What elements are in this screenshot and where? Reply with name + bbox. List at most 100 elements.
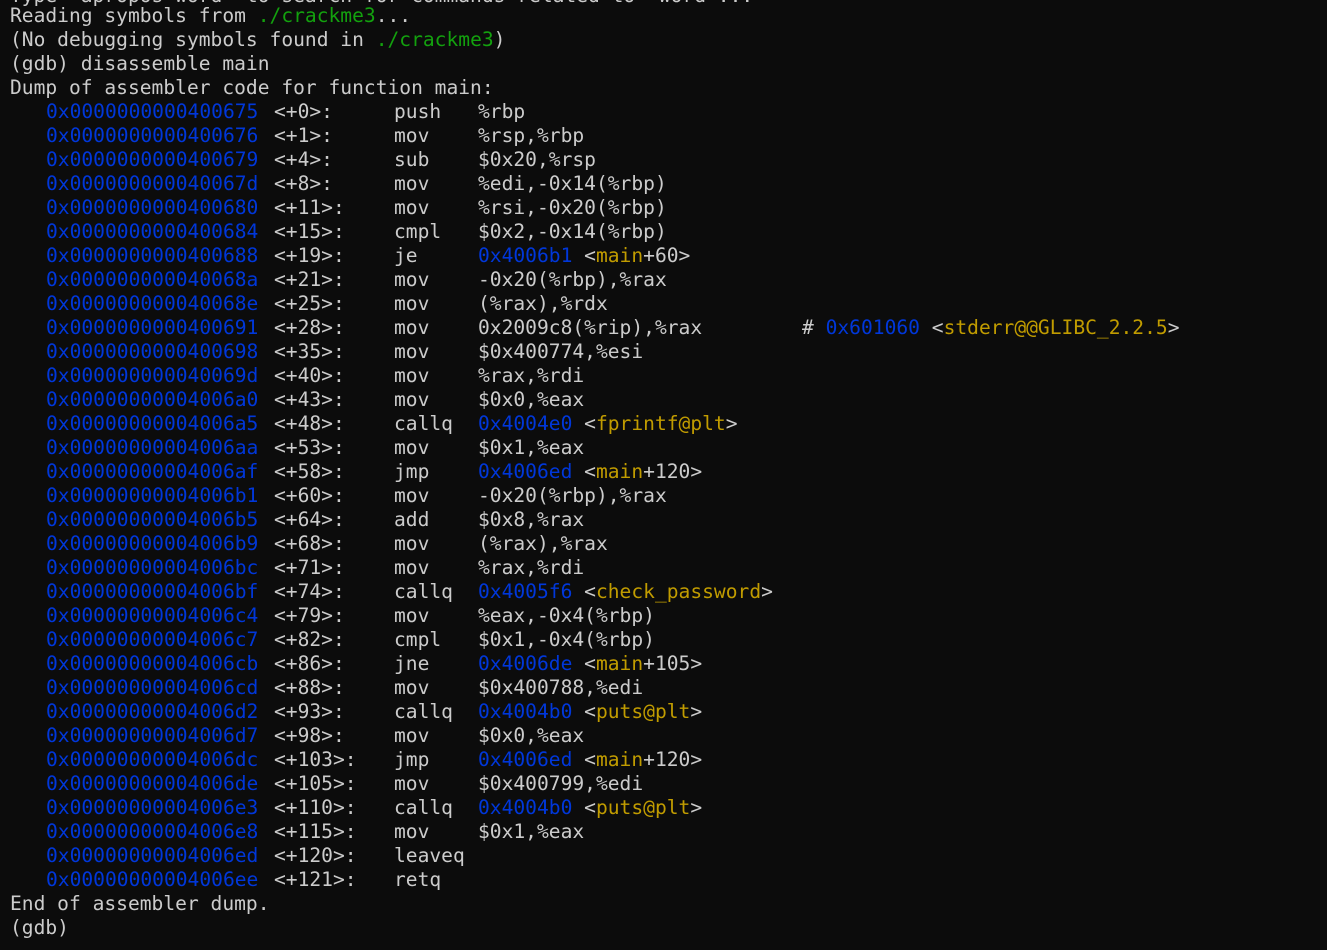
instruction-mnemonic: leaveq [394,844,465,867]
instruction-mnemonic: mov [394,532,430,555]
instruction-line: 0x0000000000400680 <+11>: mov %rsi,-0x20(%r… [10,196,1180,220]
instruction-offset: <+98>: [274,724,345,747]
symbol-bracket: < [572,748,596,771]
instruction-offset: <+115>: [274,820,357,843]
instruction-offset: <+58>: [274,460,345,483]
instruction-address: 0x0000000000400698 [46,340,259,363]
instruction-address: 0x00000000004006af [46,460,259,483]
instruction-line: 0x00000000004006e3 <+110>: callq 0x4004b0 <… [10,796,1180,820]
instruction-operands: $0x2,-0x14(%rbp) [478,220,667,243]
instruction-mnemonic: mov [394,484,430,507]
symbol-name: main [595,244,644,267]
instruction-offset: <+79>: [274,604,345,627]
symbol-name: puts@plt [595,700,691,723]
instruction-offset: <+4>: [274,148,333,171]
instruction-operands: $0x20,%rsp [478,148,596,171]
instruction-line: 0x000000000040069d <+40>: mov %rax,%rdi [10,364,1180,388]
instruction-mnemonic: mov [394,292,430,315]
gdb-prompt: (gdb) [10,916,81,939]
instruction-offset: <+43>: [274,388,345,411]
instruction-mnemonic: mov [394,196,430,219]
gdb-command-line: (gdb) disassemble main [10,52,270,75]
instruction-line: 0x00000000004006de <+105>: mov $0x400799,%e… [10,772,1180,796]
instruction-operands: (%rax),%rdx [478,292,608,315]
jump-target-address: 0x4005f6 [478,580,573,603]
symbol-offset: +105 [643,652,691,675]
instruction-offset: <+103>: [274,748,357,771]
instruction-address: 0x00000000004006c4 [46,604,259,627]
instruction-line: 0x00000000004006c7 <+82>: cmpl $0x1,-0x4(%r… [10,628,1180,652]
instruction-operands: $0x8,%rax [478,508,585,531]
symbol-bracket: > [761,580,773,603]
instruction-address: 0x00000000004006bf [46,580,259,603]
instruction-address: 0x0000000000400680 [46,196,259,219]
jump-target-address: 0x4006b1 [478,244,573,267]
instruction-address: 0x00000000004006cd [46,676,259,699]
dump-header: Dump of assembler code for function main… [10,76,494,99]
instruction-line: 0x00000000004006b9 <+68>: mov (%rax),%rax [10,532,1180,556]
instruction-offset: <+60>: [274,484,345,507]
jump-target-address: 0x4006ed [478,748,573,771]
symbol-bracket: > [690,460,703,483]
instruction-address: 0x0000000000400676 [46,124,259,147]
instruction-operands: %rax,%rdi [478,556,585,579]
instruction-address: 0x00000000004006b9 [46,532,259,555]
jump-target-address: 0x4004b0 [478,700,573,723]
instruction-operands: %edi,-0x14(%rbp) [478,172,667,195]
jump-target-address: 0x4004e0 [478,412,573,435]
instruction-line: 0x0000000000400684 <+15>: cmpl $0x2,-0x14(%… [10,220,1180,244]
instruction-offset: <+40>: [274,364,345,387]
symbol-name: main [595,748,644,771]
instruction-mnemonic: mov [394,604,430,627]
instruction-address: 0x00000000004006de [46,772,259,795]
terminal-window[interactable]: Type "apropos word" to search for comman… [0,0,1327,950]
instruction-offset: <+1>: [274,124,333,147]
instruction-address: 0x000000000040068a [46,268,259,291]
instruction-address: 0x0000000000400684 [46,220,259,243]
instruction-address: 0x00000000004006ed [46,844,259,867]
instruction-line: 0x0000000000400675 <+0>: push %rbp [10,100,1180,124]
instruction-mnemonic: mov [394,436,430,459]
symbol-name: main [595,460,644,483]
instruction-address: 0x00000000004006c7 [46,628,259,651]
instruction-operands: $0x400774,%esi [478,340,644,363]
gdb-prompt-line[interactable]: (gdb) [10,916,1180,940]
symbol-bracket: < [572,652,596,675]
instruction-address: 0x00000000004006cb [46,652,259,675]
instruction-line: 0x00000000004006cb <+86>: jne 0x4006de <mai… [10,652,1180,676]
instruction-address: 0x0000000000400688 [46,244,259,267]
instruction-offset: <+11>: [274,196,345,219]
instruction-mnemonic: mov [394,364,430,387]
instruction-mnemonic: mov [394,724,430,747]
instruction-offset: <+120>: [274,844,357,867]
jump-target-address: 0x4006ed [478,460,573,483]
instruction-address: 0x0000000000400679 [46,148,259,171]
instruction-mnemonic: jne [394,652,430,675]
jump-target-address: 0x4006de [478,652,573,675]
instruction-offset: <+15>: [274,220,345,243]
instruction-operands: $0x400788,%edi [478,676,644,699]
instruction-offset: <+8>: [274,172,333,195]
terminal-output: Reading symbols from ./crackme3... (No d… [10,4,1180,940]
instruction-mnemonic: cmpl [394,220,442,243]
instruction-operands: $0x400799,%edi [478,772,644,795]
instruction-address: 0x0000000000400691 [46,316,259,339]
instruction-line: 0x00000000004006d2 <+93>: callq 0x4004b0 <p… [10,700,1180,724]
instruction-mnemonic: push [394,100,442,123]
symbol-bracket: < [572,580,596,603]
instruction-offset: <+110>: [274,796,357,819]
instruction-offset: <+0>: [274,100,333,123]
instruction-line: 0x0000000000400691 <+28>: mov 0x2009c8(%rip… [10,316,1180,340]
instruction-line: 0x0000000000400688 <+19>: je 0x4006b1 <main… [10,244,1180,268]
instruction-address: 0x000000000040067d [46,172,259,195]
instruction-line: 0x00000000004006b1 <+60>: mov -0x20(%rbp),%… [10,484,1180,508]
instruction-mnemonic: je [394,244,418,267]
line-text: (No debugging symbols found in [10,28,376,51]
instruction-offset: <+82>: [274,628,345,651]
symbol-bracket: < [919,316,944,339]
symbol-name: fprintf@plt [595,412,726,435]
instruction-line: 0x00000000004006bc <+71>: mov %rax,%rdi [10,556,1180,580]
instruction-operands: %eax,-0x4(%rbp) [478,604,655,627]
instruction-address: 0x00000000004006b1 [46,484,259,507]
instruction-list: 0x0000000000400675 <+0>: push %rbp 0x0000000… [10,100,1180,892]
